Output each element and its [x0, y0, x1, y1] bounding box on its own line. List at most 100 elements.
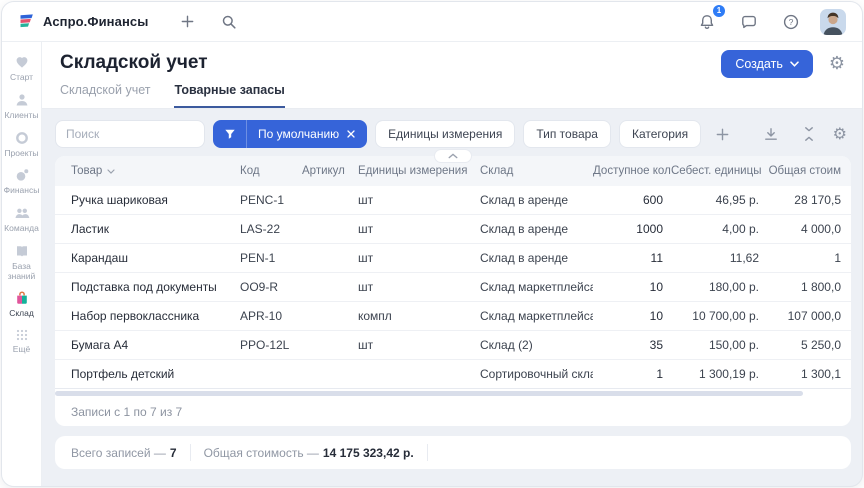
- sidebar-item-start[interactable]: Старт: [2, 54, 42, 83]
- cell-qty: 600: [593, 193, 671, 207]
- people-icon: [14, 205, 30, 221]
- table-settings-icon[interactable]: ⚙: [833, 126, 847, 142]
- column-header-unit[interactable]: Единицы измерения: [358, 165, 480, 177]
- column-header-article[interactable]: Артикул: [302, 165, 358, 177]
- close-icon[interactable]: [347, 130, 355, 138]
- table-row[interactable]: Ластик LAS-22 шт Склад в аренде 1000 4,0…: [55, 215, 851, 244]
- sort-chevron-icon: [107, 169, 115, 174]
- page-header: Складской учет Создать ⚙ Складской учет …: [42, 42, 862, 109]
- circle-icon: [14, 130, 30, 146]
- divider: [427, 444, 428, 461]
- sidebar-item-finance[interactable]: Финансы: [2, 167, 42, 196]
- column-header-total[interactable]: Общая стоим: [767, 165, 841, 177]
- cell-qty: 1000: [593, 222, 671, 236]
- table-row[interactable]: Портфель детский Сортировочный скла 1 1 …: [55, 360, 851, 389]
- cell-unit: шт: [358, 338, 480, 352]
- bag-icon: [14, 290, 30, 306]
- messages-button[interactable]: [736, 9, 762, 35]
- pagination-text: Записи с 1 по 7 из 7: [55, 398, 851, 426]
- active-filter-label: По умолчанию: [258, 127, 339, 141]
- table-row[interactable]: Карандаш PEN-1 шт Склад в аренде 11 11,6…: [55, 244, 851, 273]
- bell-icon: [698, 13, 716, 31]
- plus-icon: [715, 127, 730, 142]
- cell-unit-cost: 150,00 р.: [671, 338, 767, 352]
- create-button[interactable]: Создать: [721, 50, 813, 78]
- app-window: Аспро.Финансы 1: [1, 1, 863, 487]
- cell-qty: 10: [593, 280, 671, 294]
- person-icon: [14, 92, 30, 108]
- active-filter-chip[interactable]: По умолчанию: [213, 120, 367, 148]
- export-button[interactable]: [761, 124, 781, 144]
- sidebar-item-projects[interactable]: Проекты: [2, 130, 42, 159]
- cell-qty: 35: [593, 338, 671, 352]
- scrollbar-thumb[interactable]: [55, 391, 803, 396]
- column-header-unit-cost[interactable]: Себест. единицы: [671, 165, 767, 177]
- cell-unit: шт: [358, 280, 480, 294]
- cell-code: OO9-R: [240, 280, 302, 294]
- column-header-warehouse[interactable]: Склад: [480, 165, 593, 177]
- page-settings-icon[interactable]: ⚙: [829, 55, 845, 73]
- sidebar-item-knowledge-base[interactable]: База знаний: [2, 243, 42, 282]
- table-row[interactable]: Набор первоклассника APR-10 компл Склад …: [55, 302, 851, 331]
- cell-product: Портфель детский: [55, 367, 240, 381]
- cell-unit: шт: [358, 193, 480, 207]
- cell-warehouse: Склад в аренде: [480, 193, 593, 207]
- cell-warehouse: Склад маркетплейса: [480, 309, 593, 323]
- column-header-qty[interactable]: Доступное кол-во: [593, 165, 671, 177]
- cell-total: 107 000,0: [767, 309, 841, 323]
- sidebar-item-more[interactable]: Ещё: [2, 328, 42, 355]
- book-icon: [14, 243, 30, 259]
- column-header-code[interactable]: Код: [240, 165, 302, 177]
- plus-icon: [180, 14, 195, 29]
- tab-inventory[interactable]: Товарные запасы: [174, 83, 284, 108]
- table-row[interactable]: Подставка под документы OO9-R шт Склад м…: [55, 273, 851, 302]
- filter-chip-units[interactable]: Единицы измерения: [375, 120, 515, 148]
- cell-unit: шт: [358, 222, 480, 236]
- cell-code: APR-10: [240, 309, 302, 323]
- cell-warehouse: Склад в аренде: [480, 251, 593, 265]
- cell-total: 5 250,0: [767, 338, 841, 352]
- avatar-image: [820, 9, 846, 35]
- tab-warehouse-accounting[interactable]: Складской учет: [60, 83, 150, 108]
- cell-unit-cost: 10 700,00 р.: [671, 309, 767, 323]
- cell-code: PENC-1: [240, 193, 302, 207]
- chat-icon: [740, 13, 758, 31]
- sidebar-item-team[interactable]: Команда: [2, 205, 42, 234]
- collapse-table-button[interactable]: [434, 149, 472, 163]
- table-row[interactable]: Ручка шариковая PENC-1 шт Склад в аренде…: [55, 186, 851, 215]
- main-area: Складской учет Создать ⚙ Складской учет …: [42, 42, 862, 486]
- total-records: Всего записей —7: [71, 446, 177, 460]
- add-filter-button[interactable]: [713, 125, 732, 144]
- total-cost: Общая стоимость —14 175 323,42 р.: [204, 446, 414, 460]
- cell-unit-cost: 11,62: [671, 251, 767, 265]
- search-input[interactable]: [55, 120, 205, 148]
- cell-unit: шт: [358, 251, 480, 265]
- svg-text:?: ?: [789, 17, 794, 27]
- notifications-button[interactable]: 1: [694, 9, 720, 35]
- chevron-up-icon: [448, 153, 458, 159]
- cell-total: 1: [767, 251, 841, 265]
- total-cost-value: 14 175 323,42 р.: [323, 446, 414, 460]
- global-search-button[interactable]: [217, 10, 241, 34]
- brand: Аспро.Финансы: [18, 13, 148, 30]
- cell-qty: 10: [593, 309, 671, 323]
- filter-chip-product-type[interactable]: Тип товара: [523, 120, 611, 148]
- cell-warehouse: Склад (2): [480, 338, 593, 352]
- collapse-icon: [802, 126, 816, 142]
- summary-bar: Всего записей —7 Общая стоимость —14 175…: [55, 436, 851, 469]
- sidebar-item-clients[interactable]: Клиенты: [2, 92, 42, 121]
- sidebar-item-warehouse[interactable]: Склад: [2, 290, 42, 319]
- cell-unit-cost: 180,00 р.: [671, 280, 767, 294]
- question-icon: ?: [782, 13, 800, 31]
- cell-unit-cost: 4,00 р.: [671, 222, 767, 236]
- quick-add-button[interactable]: [176, 10, 199, 33]
- cell-total: 28 170,5: [767, 193, 841, 207]
- help-button[interactable]: ?: [778, 9, 804, 35]
- user-avatar[interactable]: [820, 9, 846, 35]
- cell-total: 1 800,0: [767, 280, 841, 294]
- filter-chip-category[interactable]: Категория: [619, 120, 701, 148]
- collapse-rows-button[interactable]: [800, 124, 818, 144]
- table-row[interactable]: Бумага А4 PPO-12L шт Склад (2) 35 150,00…: [55, 331, 851, 360]
- column-header-product[interactable]: Товар: [55, 165, 240, 177]
- cell-total: 1 300,1: [767, 367, 841, 381]
